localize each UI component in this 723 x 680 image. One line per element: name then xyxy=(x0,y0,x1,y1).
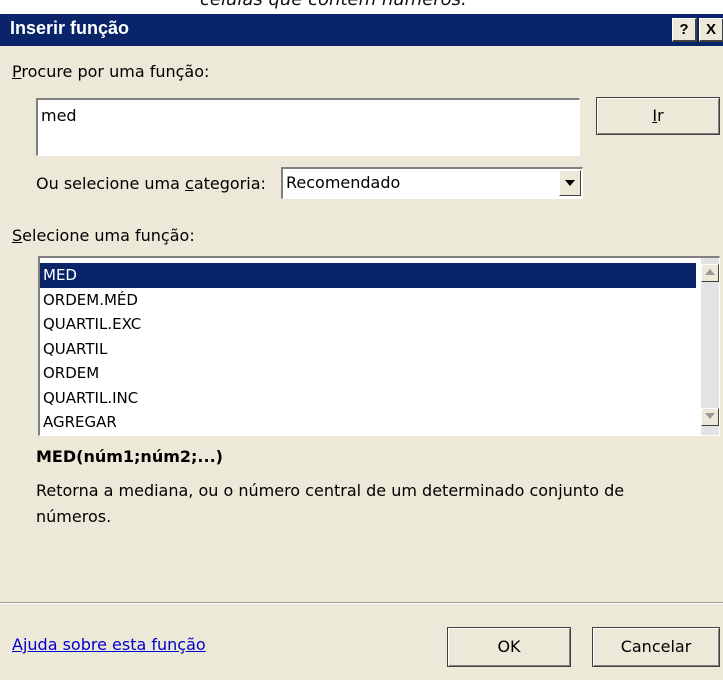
close-button[interactable]: X xyxy=(699,18,723,42)
scroll-up-button[interactable] xyxy=(701,264,719,282)
category-label: Ou selecione uma categoria: xyxy=(36,174,266,193)
function-signature: MED(núm1;núm2;...) xyxy=(36,447,223,466)
category-label-part1: Ou selecione uma xyxy=(36,174,186,193)
category-label-mnemonic: c xyxy=(185,174,194,193)
function-list-item[interactable]: QUARTIL xyxy=(40,337,696,362)
function-list-item[interactable]: AGREGAR xyxy=(40,410,696,435)
search-label: Procure por uma função: xyxy=(12,62,209,81)
background-caption-text: células que contêm números. xyxy=(200,0,467,10)
title-bar: Inserir função ? X xyxy=(0,14,723,46)
chevron-down-icon xyxy=(565,180,575,186)
close-icon: X xyxy=(705,21,716,38)
function-list-item[interactable]: QUARTIL.EXC xyxy=(40,312,696,337)
function-list-label-mnemonic: S xyxy=(12,226,23,245)
go-button-label: r xyxy=(657,106,664,125)
function-list-item[interactable]: QUARTIL.INC xyxy=(40,386,696,411)
function-list-label: Selecione uma função: xyxy=(12,226,195,245)
ok-button[interactable]: OK xyxy=(447,627,571,667)
footer-divider xyxy=(0,602,723,604)
background-caption: células que contêm números. xyxy=(0,0,723,14)
category-select-value: Recomendado xyxy=(286,173,401,192)
cancel-button[interactable]: Cancelar xyxy=(592,627,720,667)
function-list-item[interactable]: MED xyxy=(40,263,696,288)
function-list[interactable]: MED ORDEM.MÉD QUARTIL.EXC QUARTIL ORDEM QUART… xyxy=(38,256,720,436)
triangle-down-icon xyxy=(705,413,715,419)
dialog-title: Inserir função xyxy=(10,18,130,38)
category-select[interactable]: Recomendado xyxy=(281,167,583,199)
function-list-item[interactable]: ORDEM xyxy=(40,361,696,386)
function-list-label-text: elecione uma função: xyxy=(22,226,195,245)
search-label-mnemonic: P xyxy=(12,62,22,81)
category-label-part2: ategoria: xyxy=(193,174,266,193)
help-link[interactable]: Ajuda sobre esta função xyxy=(12,635,206,654)
vertical-scrollbar[interactable] xyxy=(701,258,719,435)
function-list-item[interactable]: ORDEM.MÉD xyxy=(40,288,696,313)
search-label-text: rocure por uma função: xyxy=(21,62,210,81)
triangle-up-icon xyxy=(705,269,715,275)
scroll-down-button[interactable] xyxy=(701,408,719,426)
category-dropdown-button[interactable] xyxy=(559,170,581,196)
help-icon: ? xyxy=(679,21,689,38)
go-button[interactable]: Ir xyxy=(596,97,720,135)
search-input[interactable]: med xyxy=(36,98,580,156)
help-button[interactable]: ? xyxy=(672,18,697,42)
search-input-value: med xyxy=(41,106,77,125)
function-list-items: MED ORDEM.MÉD QUARTIL.EXC QUARTIL ORDEM QUART… xyxy=(40,263,696,435)
function-description: Retorna a mediana, ou o número central d… xyxy=(36,481,625,526)
